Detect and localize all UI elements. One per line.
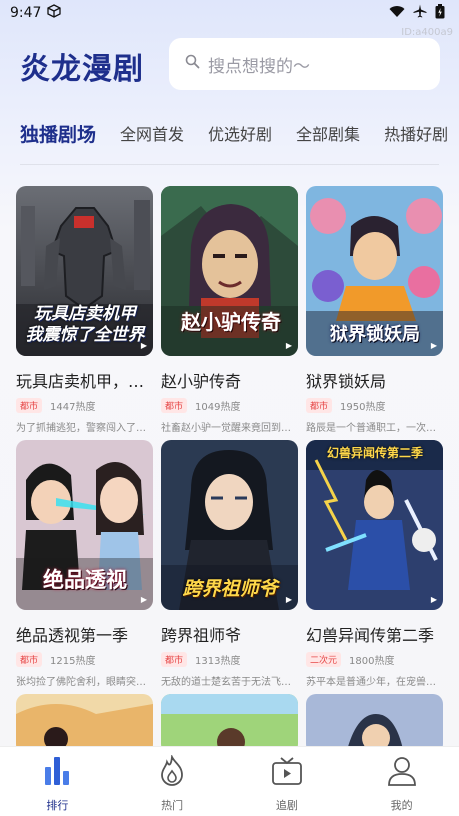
drama-card[interactable]: 跨界祖师爷 ▶ 跨界祖师爷 都市 1313热度 无敌的道士楚玄苦于无法飞升…… [161,440,298,688]
nav-label: 排行 [46,799,69,812]
drama-cover[interactable] [161,694,298,754]
nav-label: 追剧 [275,799,298,812]
bar-chart-icon [42,755,72,791]
drama-card[interactable]: 玩具店卖机甲 我震惊了全世界 ▶ 玩具店卖机甲，我震惊了全世界 都市 1447热… [16,186,153,434]
status-time: 9:47 [10,5,42,21]
cover-title: 玩具店卖机甲 我震惊了全世界 [25,304,145,345]
drama-card[interactable]: 狱界锁妖局 ▶ 狱界锁妖局 都市 1950热度 路辰是一个普通职工，一次深夜加班 [306,186,443,434]
header: 炎龙漫剧 搜点想搜的～ [0,36,459,96]
heat-count: 1800热度 [349,656,395,667]
genre-tag: 都市 [161,398,188,413]
nav-label: 热门 [161,799,184,812]
drama-card[interactable] [16,694,153,754]
play-icon: ▶ [140,595,147,604]
cover-title: 赵小驴传奇 [181,310,281,334]
drama-cover[interactable]: 幻兽异闻传第二季 ▶ [306,440,443,610]
drama-card[interactable] [306,694,443,754]
drama-description: 为了抓捕逃犯，警察闯入了一家玩具店 [16,423,153,434]
genre-tag: 都市 [16,398,43,413]
drama-description: 张均捡了佛陀舍利，眼睛突然获得透视 [16,677,153,688]
nav-rank[interactable]: 排行 [17,755,97,813]
category-tabs: 独播剧场 全网首发 优选好剧 全部剧集 热播好剧 [0,112,459,154]
bottom-nav: 排行 热门 追剧 我的 [0,746,459,816]
drama-cover[interactable] [16,694,153,754]
genre-tag: 都市 [161,652,188,667]
tab-premiere[interactable]: 全网首发 [120,121,184,145]
play-icon: ▶ [285,341,292,350]
drama-description: 苏平本是普通少年，在宠兽时代觉醒 [306,677,443,688]
drama-title: 狱界锁妖局 [306,372,387,391]
drama-description: 无敌的道士楚玄苦于无法飞升…… [161,677,298,688]
tab-hot[interactable]: 热播好剧 [384,121,448,145]
tab-selected[interactable]: 优选好剧 [208,121,272,145]
genre-tag: 都市 [16,652,43,667]
drama-cover[interactable]: 跨界祖师爷 ▶ [161,440,298,610]
drama-card[interactable] [161,694,298,754]
search-icon [185,54,200,74]
box-icon [47,4,62,22]
drama-cover[interactable]: 玩具店卖机甲 我震惊了全世界 ▶ [16,186,153,356]
drama-card[interactable]: 幻兽异闻传第二季 ▶ 幻兽异闻传第二季 二次元 1800热度 苏平本是普通少年，… [306,440,443,688]
cover-title: 幻兽异闻传第二季 [326,446,423,460]
drama-title: 绝品透视第一季 [16,626,129,645]
drama-title: 赵小驴传奇 [161,372,242,391]
heat-count: 1447热度 [50,402,96,413]
tab-exclusive[interactable]: 独播剧场 [20,120,96,147]
app-title: 炎龙漫剧 [20,52,144,87]
drama-description: 社畜赵小驴一觉醒来竟回到古代…… [161,423,298,434]
nav-hot[interactable]: 热门 [132,753,212,813]
drama-title: 跨界祖师爷 [161,626,242,645]
cover-title: 绝品透视 [43,568,127,592]
heat-count: 1215热度 [50,656,96,667]
nav-follow[interactable]: 追剧 [247,755,327,813]
user-icon [387,755,417,791]
genre-tag: 二次元 [306,652,342,667]
heat-count: 1950热度 [340,402,386,413]
heat-count: 1313热度 [195,656,241,667]
genre-tag: 都市 [306,398,333,413]
play-icon: ▶ [430,341,437,350]
nav-label: 我的 [390,799,413,812]
drama-description: 路辰是一个普通职工，一次深夜加班 [306,423,443,434]
tv-icon [271,755,303,791]
airplane-icon [413,4,427,22]
nav-mine[interactable]: 我的 [362,755,442,813]
drama-cover[interactable]: 赵小驴传奇 ▶ [161,186,298,356]
tab-all[interactable]: 全部剧集 [296,121,360,145]
drama-title: 幻兽异闻传第二季 [306,626,435,645]
play-icon: ▶ [430,595,437,604]
tabs-divider [20,164,439,165]
status-bar: 9:47 [0,0,459,26]
drama-card[interactable]: 绝品透视 ▶ 绝品透视第一季 都市 1215热度 张均捡了佛陀舍利，眼睛突然获得… [16,440,153,688]
cover-title: 跨界祖师爷 [182,578,278,600]
search-placeholder: 搜点想搜的～ [208,56,310,77]
drama-cover[interactable]: 狱界锁妖局 ▶ [306,186,443,356]
battery-icon [435,3,445,23]
wifi-icon [389,5,405,22]
drama-cover[interactable] [306,694,443,754]
flame-icon [157,753,187,791]
drama-cover[interactable]: 绝品透视 ▶ [16,440,153,610]
drama-card[interactable]: 赵小驴传奇 ▶ 赵小驴传奇 都市 1049热度 社畜赵小驴一觉醒来竟回到古代…… [161,186,298,434]
play-icon: ▶ [285,595,292,604]
play-icon: ▶ [140,341,147,350]
cover-title: 狱界锁妖局 [330,324,420,345]
heat-count: 1049热度 [195,402,241,413]
search-input[interactable]: 搜点想搜的～ [169,38,440,90]
drama-title: 玩具店卖机甲，我震惊了全世界 [16,372,153,391]
